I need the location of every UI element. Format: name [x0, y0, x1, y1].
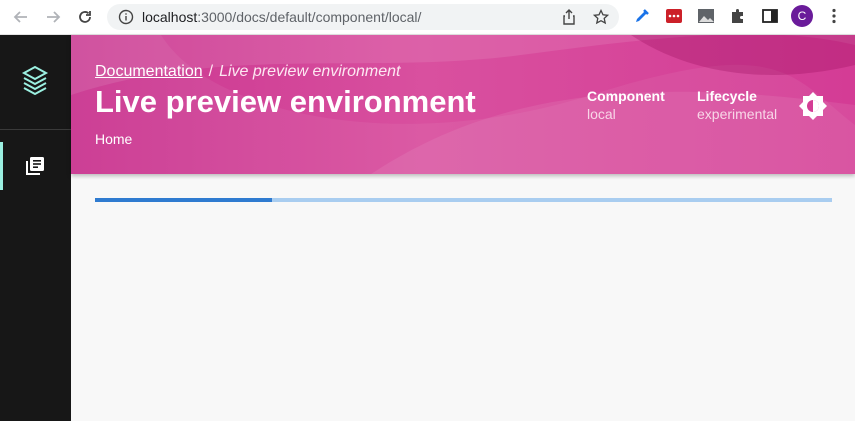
sidebar-item-docs[interactable]: [0, 142, 71, 190]
profile-avatar[interactable]: C: [791, 5, 813, 27]
breadcrumb-current: Live preview environment: [219, 63, 401, 80]
loading-progress-bar: [95, 198, 832, 202]
side-panel-icon[interactable]: [761, 7, 779, 25]
extension-pen-icon[interactable]: [633, 7, 651, 25]
extension-lastpass-icon[interactable]: [665, 7, 683, 25]
meta-component-value: local: [587, 106, 616, 122]
share-icon[interactable]: [560, 8, 578, 26]
bookmark-star-icon[interactable]: [592, 8, 610, 26]
url-host: localhost: [142, 9, 198, 25]
site-info-icon[interactable]: [118, 9, 134, 25]
meta-component: Component local: [587, 88, 665, 122]
breadcrumb-link-documentation[interactable]: Documentation: [95, 63, 203, 80]
page-title: Live preview environment: [95, 84, 476, 119]
progress-fill: [95, 198, 272, 202]
url-path: :3000/docs/default/component/local/: [197, 9, 422, 25]
browser-toolbar: localhost:3000/docs/default/component/lo…: [0, 0, 855, 35]
reload-icon[interactable]: [74, 6, 96, 28]
extensions-puzzle-icon[interactable]: [729, 7, 747, 25]
address-bar[interactable]: localhost:3000/docs/default/component/lo…: [107, 4, 619, 30]
breadcrumb: Documentation / Live preview environment: [95, 63, 401, 81]
forward-arrow-icon[interactable]: [42, 6, 64, 28]
active-indicator: [0, 142, 3, 190]
menu-dots-icon[interactable]: [825, 7, 843, 25]
meta-lifecycle-label: Lifecycle: [697, 88, 757, 104]
breadcrumb-separator: /: [208, 63, 214, 80]
extension-image-icon[interactable]: [697, 7, 715, 25]
url-text: localhost:3000/docs/default/component/lo…: [142, 9, 421, 25]
docs-library-icon: [25, 156, 45, 176]
brightness-icon[interactable]: [797, 90, 829, 122]
meta-lifecycle: Lifecycle experimental: [697, 88, 777, 122]
back-arrow-icon[interactable]: [10, 6, 32, 28]
meta-lifecycle-value: experimental: [697, 106, 778, 122]
meta-component-label: Component: [587, 88, 665, 104]
sidebar: [0, 35, 71, 421]
page-header: Documentation / Live preview environment L…: [71, 35, 855, 174]
backstage-logo-icon[interactable]: [21, 65, 49, 96]
sidebar-divider: [0, 129, 71, 130]
page-subtitle: Home: [95, 131, 133, 147]
